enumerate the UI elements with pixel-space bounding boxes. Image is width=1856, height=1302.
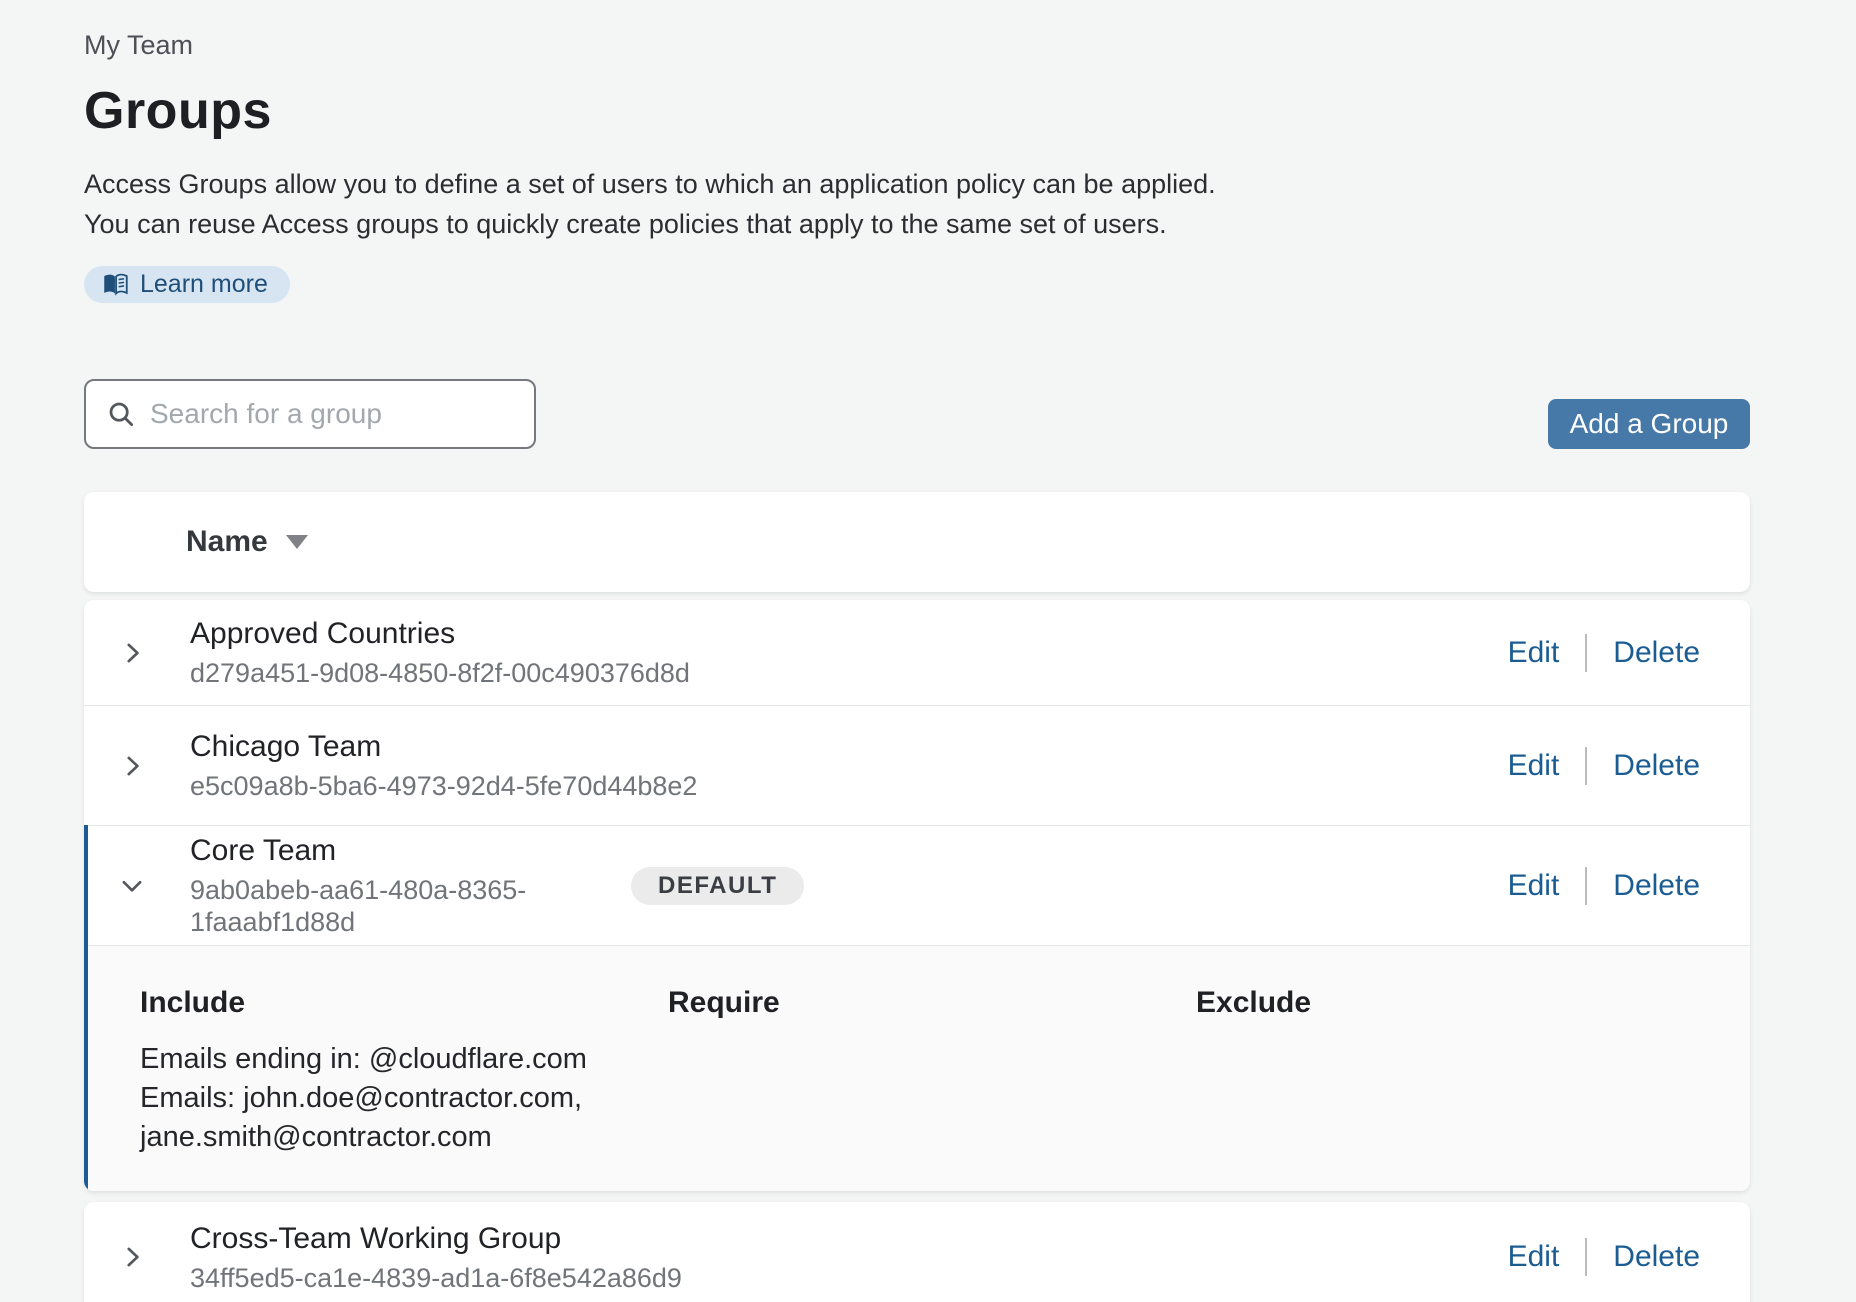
include-rule: Emails: john.doe@contractor.com, jane.sm… <box>140 1082 582 1153</box>
row-actions: Edit Delete <box>1508 1238 1700 1276</box>
search-group-field <box>84 379 536 449</box>
exclude-header: Exclude <box>1196 986 1311 1020</box>
name-column-header[interactable]: Name <box>186 525 268 559</box>
chevron-right-icon[interactable] <box>110 1244 154 1270</box>
group-name: Approved Countries <box>190 616 690 652</box>
include-column: Include Emails ending in: @cloudflare.co… <box>140 986 668 1191</box>
breadcrumb[interactable]: My Team <box>84 0 1750 62</box>
table-header-row: Name <box>84 492 1750 592</box>
require-column: Require <box>668 986 1196 1191</box>
group-id: d279a451-9d08-4850-8f2f-00c490376d8d <box>190 657 690 689</box>
actions-divider <box>1585 634 1587 672</box>
chevron-right-icon[interactable] <box>110 753 154 779</box>
expanded-group-core-team: Core Team 9ab0abeb-aa61-480a-8365-1faaab… <box>84 825 1750 1191</box>
delete-button[interactable]: Delete <box>1613 636 1700 670</box>
chevron-down-icon[interactable] <box>110 873 154 899</box>
edit-button[interactable]: Edit <box>1508 869 1560 903</box>
edit-button[interactable]: Edit <box>1508 749 1560 783</box>
delete-button[interactable]: Delete <box>1613 869 1700 903</box>
book-icon <box>102 271 129 298</box>
group-id: e5c09a8b-5ba6-4973-92d4-5fe70d44b8e2 <box>190 770 697 802</box>
group-name-block: Chicago Team e5c09a8b-5ba6-4973-92d4-5fe… <box>190 729 697 802</box>
description-line-1: Access Groups allow you to define a set … <box>84 164 1750 204</box>
description-line-2: You can reuse Access groups to quickly c… <box>84 204 1750 244</box>
default-badge: DEFAULT <box>631 867 804 905</box>
group-name-block: Core Team 9ab0abeb-aa61-480a-8365-1faaab… <box>190 833 631 938</box>
include-rule: Emails ending in: @cloudflare.com <box>140 1043 587 1075</box>
group-name: Chicago Team <box>190 729 697 765</box>
exclude-column: Exclude <box>1196 986 1311 1191</box>
page-description: Access Groups allow you to define a set … <box>84 164 1750 244</box>
group-name: Cross-Team Working Group <box>190 1221 682 1257</box>
include-rules: Emails ending in: @cloudflare.com Emails… <box>140 1040 640 1157</box>
table-row-cross-team-working-group[interactable]: Cross-Team Working Group 34ff5ed5-ca1e-4… <box>84 1202 1750 1302</box>
group-id: 9ab0abeb-aa61-480a-8365-1faaabf1d88d <box>190 874 631 938</box>
learn-more-label: Learn more <box>140 270 268 299</box>
row-actions: Edit Delete <box>1508 747 1700 785</box>
groups-table: Approved Countries d279a451-9d08-4850-8f… <box>84 600 1750 1191</box>
group-name-block: Approved Countries d279a451-9d08-4850-8f… <box>190 616 690 689</box>
actions-divider <box>1585 747 1587 785</box>
sort-desc-caret-icon[interactable] <box>286 535 308 549</box>
include-header: Include <box>140 986 668 1020</box>
delete-button[interactable]: Delete <box>1613 749 1700 783</box>
table-row-core-team[interactable]: Core Team 9ab0abeb-aa61-480a-8365-1faaab… <box>84 825 1750 945</box>
search-input[interactable] <box>84 379 536 449</box>
delete-button[interactable]: Delete <box>1613 1240 1700 1274</box>
edit-button[interactable]: Edit <box>1508 1240 1560 1274</box>
chevron-right-icon[interactable] <box>110 640 154 666</box>
group-name: Core Team <box>190 833 631 869</box>
group-id: 34ff5ed5-ca1e-4839-ad1a-6f8e542a86d9 <box>190 1262 682 1294</box>
require-header: Require <box>668 986 1196 1020</box>
row-actions: Edit Delete <box>1508 634 1700 672</box>
group-detail-panel: Include Emails ending in: @cloudflare.co… <box>84 945 1750 1191</box>
edit-button[interactable]: Edit <box>1508 636 1560 670</box>
page-title: Groups <box>84 80 1750 142</box>
toolbar: Add a Group <box>84 379 1750 449</box>
actions-divider <box>1585 1238 1587 1276</box>
groups-table-continued: Cross-Team Working Group 34ff5ed5-ca1e-4… <box>84 1202 1750 1302</box>
table-row-approved-countries[interactable]: Approved Countries d279a451-9d08-4850-8f… <box>84 600 1750 705</box>
learn-more-button[interactable]: Learn more <box>84 266 290 303</box>
actions-divider <box>1585 867 1587 905</box>
group-name-block: Cross-Team Working Group 34ff5ed5-ca1e-4… <box>190 1221 682 1294</box>
add-group-button[interactable]: Add a Group <box>1548 399 1750 449</box>
groups-page: My Team Groups Access Groups allow you t… <box>84 0 1750 1302</box>
table-row-chicago-team[interactable]: Chicago Team e5c09a8b-5ba6-4973-92d4-5fe… <box>84 705 1750 825</box>
row-actions: Edit Delete <box>1508 867 1700 905</box>
